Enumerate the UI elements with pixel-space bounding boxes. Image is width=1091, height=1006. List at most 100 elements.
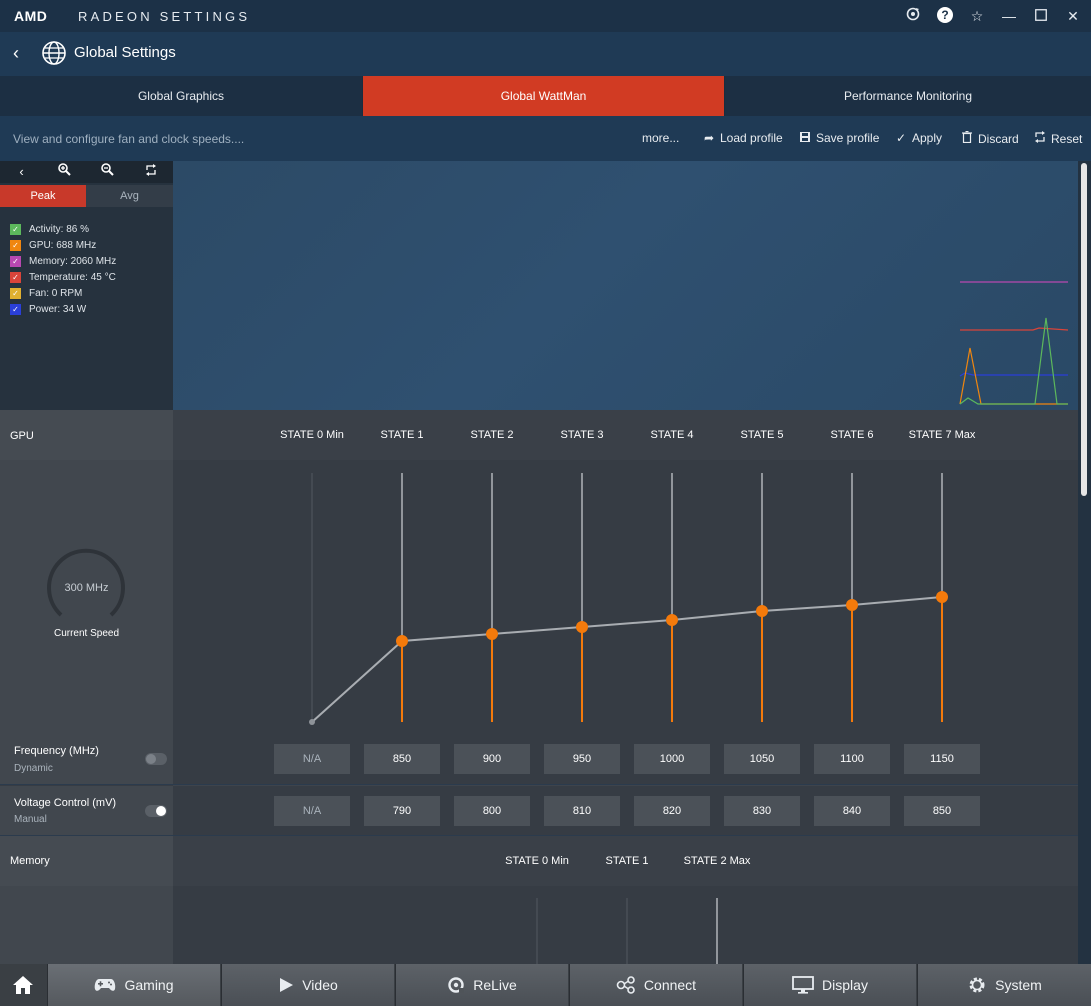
frequency-input[interactable]: 900 xyxy=(454,744,530,774)
frequency-input[interactable]: 1000 xyxy=(634,744,710,774)
tab-global-graphics[interactable]: Global Graphics xyxy=(0,76,362,116)
more-button[interactable]: more... xyxy=(642,131,679,145)
memory-state-label: STATE 2 Max xyxy=(683,855,751,867)
gpu-state-label: STATE 1 xyxy=(380,429,424,441)
nav-system[interactable]: System xyxy=(917,964,1091,1006)
tab-bar: Global Graphics Global WattMan Performan… xyxy=(0,76,1091,116)
voltage-input[interactable]: 850 xyxy=(904,796,980,826)
refresh-icon[interactable] xyxy=(902,6,924,26)
frequency-input[interactable]: 950 xyxy=(544,744,620,774)
gamepad-icon xyxy=(95,979,116,991)
frequency-toggle[interactable] xyxy=(145,753,167,765)
bottom-nav: Gaming Video ReLive Connect Display Syst… xyxy=(0,964,1091,1006)
peak-tab[interactable]: Peak xyxy=(0,185,86,207)
checkbox-icon[interactable]: ✓ xyxy=(10,303,21,315)
star-icon[interactable]: ☆ xyxy=(966,6,988,26)
state-1-handle[interactable] xyxy=(396,635,408,647)
svg-text:?: ? xyxy=(941,8,948,22)
gpu-state-label: STATE 2 xyxy=(470,429,514,441)
memory-state-header: STATE 0 Min STATE 1 STATE 2 Max xyxy=(173,836,1078,886)
frequency-input[interactable]: 1050 xyxy=(724,744,800,774)
zoom-in-icon[interactable] xyxy=(43,161,86,183)
load-profile-button[interactable]: ➦ Load profile xyxy=(702,131,783,145)
legend-memory[interactable]: ✓ Memory: 2060 MHz xyxy=(10,253,116,269)
frequency-values: N/A 850 900 950 1000 1050 1100 1150 xyxy=(173,734,1078,784)
maximize-icon[interactable] xyxy=(1030,6,1052,26)
monitor-panel: ‹ Peak Avg ✓ Activity: 86 % ✓ GPU: 688 MHz… xyxy=(0,161,173,410)
state-7-handle[interactable] xyxy=(936,591,948,603)
checkbox-icon[interactable]: ✓ xyxy=(10,271,21,283)
chevron-left-icon[interactable]: ‹ xyxy=(0,161,43,183)
voltage-input[interactable]: 800 xyxy=(454,796,530,826)
loop-icon[interactable] xyxy=(129,161,172,183)
connect-icon xyxy=(616,976,635,994)
frequency-input[interactable]: 1150 xyxy=(904,744,980,774)
zoom-out-icon[interactable] xyxy=(86,161,129,183)
state-6-handle[interactable] xyxy=(846,599,858,611)
monitor-icon xyxy=(792,976,814,994)
checkbox-icon[interactable]: ✓ xyxy=(10,287,21,299)
voltage-mode: Manual xyxy=(14,814,47,825)
back-button[interactable]: ‹ xyxy=(6,42,26,64)
nav-relive[interactable]: ReLive xyxy=(395,964,568,1006)
frequency-input[interactable]: 850 xyxy=(364,744,440,774)
voltage-input[interactable]: 790 xyxy=(364,796,440,826)
checkbox-icon[interactable]: ✓ xyxy=(10,239,21,251)
scrollbar-thumb[interactable] xyxy=(1081,163,1087,496)
state-2-handle[interactable] xyxy=(486,628,498,640)
legend-gpu[interactable]: ✓ GPU: 688 MHz xyxy=(10,237,116,253)
monitor-graph-lines xyxy=(959,281,1069,405)
tab-performance-monitoring[interactable]: Performance Monitoring xyxy=(725,76,1091,116)
voltage-title: Voltage Control (mV) xyxy=(14,797,117,809)
discard-button[interactable]: Discard xyxy=(960,130,1019,146)
state-5-handle[interactable] xyxy=(756,605,768,617)
header: ‹ Global Settings xyxy=(0,32,1091,76)
voltage-input[interactable]: 840 xyxy=(814,796,890,826)
minimize-icon[interactable]: — xyxy=(998,6,1020,26)
apply-button[interactable]: ✓ Apply xyxy=(894,131,942,145)
frequency-input: N/A xyxy=(274,744,350,774)
monitor-graph xyxy=(173,161,1078,410)
trash-icon xyxy=(960,130,974,146)
home-button[interactable] xyxy=(0,964,46,1006)
voltage-input[interactable]: 810 xyxy=(544,796,620,826)
save-profile-button[interactable]: Save profile xyxy=(798,131,879,145)
avg-tab[interactable]: Avg xyxy=(86,185,173,207)
gpu-state-header: STATE 0 Min STATE 1 STATE 2 STATE 3 STAT… xyxy=(173,410,1078,460)
gpu-state-label: STATE 4 xyxy=(650,429,694,441)
page-description: View and configure fan and clock speeds.… xyxy=(13,132,245,146)
reset-button[interactable]: Reset xyxy=(1033,131,1082,146)
checkbox-icon[interactable]: ✓ xyxy=(10,255,21,267)
tab-global-wattman[interactable]: Global WattMan xyxy=(363,76,724,116)
memory-speed-panel xyxy=(0,886,173,964)
close-icon[interactable]: ✕ xyxy=(1062,6,1084,26)
legend-activity[interactable]: ✓ Activity: 86 % xyxy=(10,221,116,237)
app-name: RADEON SETTINGS xyxy=(78,9,251,24)
legend-fan[interactable]: ✓ Fan: 0 RPM xyxy=(10,285,116,301)
nav-display[interactable]: Display xyxy=(743,964,916,1006)
check-icon: ✓ xyxy=(895,131,907,145)
frequency-input[interactable]: 1100 xyxy=(814,744,890,774)
nav-gaming[interactable]: Gaming xyxy=(47,964,220,1006)
play-icon xyxy=(280,978,294,992)
voltage-input[interactable]: 830 xyxy=(724,796,800,826)
frequency-title: Frequency (MHz) xyxy=(14,745,99,757)
page-title: Global Settings xyxy=(74,44,176,61)
legend-power[interactable]: ✓ Power: 34 W xyxy=(10,301,116,317)
state-3-handle[interactable] xyxy=(576,621,588,633)
voltage-input[interactable]: 820 xyxy=(634,796,710,826)
gpu-state-label: STATE 0 Min xyxy=(280,429,344,441)
current-speed-panel: 300 MHz Current Speed xyxy=(0,460,173,734)
voltage-values: N/A 790 800 810 820 830 840 850 xyxy=(173,785,1078,835)
nav-connect[interactable]: Connect xyxy=(569,964,742,1006)
speed-gauge xyxy=(47,548,125,617)
checkbox-icon[interactable]: ✓ xyxy=(10,223,21,235)
reset-icon xyxy=(1033,131,1047,146)
state-4-handle[interactable] xyxy=(666,614,678,626)
nav-video[interactable]: Video xyxy=(221,964,394,1006)
toggle-knob xyxy=(146,754,156,764)
legend-temperature[interactable]: ✓ Temperature: 45 °C xyxy=(10,269,116,285)
monitor-toolbar: ‹ xyxy=(0,161,173,183)
voltage-toggle[interactable] xyxy=(145,805,167,817)
help-icon[interactable]: ? xyxy=(934,6,956,26)
